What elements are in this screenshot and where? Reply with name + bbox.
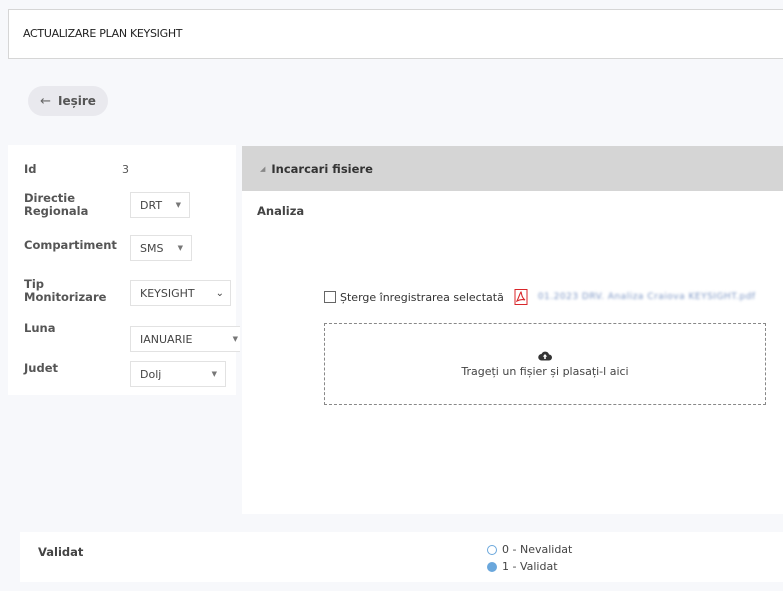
directie-select[interactable]: DRT ▼ [130,192,190,218]
tip-monitorizare-label: Tip Monitorizare [24,277,107,304]
delete-selected-row: Șterge înregistrarea selectată 01.2023 D… [324,289,756,305]
arrow-left-icon: ← [40,93,51,109]
triangle-collapse-icon: ◢ [260,164,266,173]
analiza-label: Analiza [257,204,305,218]
page-header: ACTUALIZARE PLAN KEYSIGHT [8,9,783,59]
judet-select[interactable]: Dolj ▼ [130,361,226,387]
radio-validat-label: 1 - Validat [502,560,558,573]
exit-button[interactable]: ← Ieșire [28,86,108,116]
id-value: 3 [122,163,129,176]
radio-nevalidat-label: 0 - Nevalidat [502,543,573,556]
caret-down-icon: ▼ [232,335,238,343]
pdf-file-icon[interactable] [514,289,528,305]
dropzone-text: Trageți un fișier și plasați-l aici [461,365,629,378]
details-form-panel: Id 3 Directie Regionala DRT ▼ Compartime… [8,145,240,395]
file-dropzone[interactable]: Trageți un fișier și plasați-l aici [324,323,766,405]
tip-monitorizare-select[interactable]: KEYSIGHT ⌄ [130,280,231,306]
validat-label: Validat [38,545,84,559]
uploaded-file-link[interactable]: 01.2023 DRV. Analiza Craiova KEYSIGHT.pd… [538,292,756,302]
cloud-upload-icon [538,351,552,361]
page-title: ACTUALIZARE PLAN KEYSIGHT [23,27,183,40]
radio-nevalidat[interactable] [487,544,497,555]
luna-select-value: IANUARIE [140,332,193,346]
caret-down-icon: ▼ [211,370,217,378]
judet-select-value: Dolj [140,367,162,381]
luna-select[interactable]: IANUARIE ▼ [130,326,240,352]
upload-section-header[interactable]: ◢ Incarcari fisiere [242,146,783,191]
compartiment-select-value: SMS [140,241,164,255]
directie-select-value: DRT [140,198,163,212]
radio-validat[interactable] [487,561,497,572]
compartiment-select[interactable]: SMS ▼ [130,235,192,261]
delete-selected-checkbox[interactable] [324,291,336,303]
compartiment-label: Compartiment [24,238,117,252]
delete-selected-label: Șterge înregistrarea selectată [340,290,504,304]
upload-panel: ◢ Incarcari fisiere Analiza Șterge înreg… [242,146,783,514]
exit-button-label: Ieșire [57,94,96,108]
caret-down-icon: ▼ [177,244,183,252]
judet-label: Judet [24,361,58,375]
radio-option-validat[interactable]: 1 - Validat [487,560,558,573]
id-label: Id [24,162,37,176]
radio-option-nevalidat[interactable]: 0 - Nevalidat [487,543,572,556]
upload-section-title: Incarcari fisiere [271,161,373,176]
luna-label: Luna [24,321,56,335]
chevron-down-icon: ⌄ [215,287,224,299]
tip-monitorizare-select-value: KEYSIGHT [140,286,195,300]
validat-panel: Validat 0 - Nevalidat 1 - Validat [20,532,783,582]
directie-label: Directie Regionala [24,191,89,218]
caret-down-icon: ▼ [175,201,181,209]
